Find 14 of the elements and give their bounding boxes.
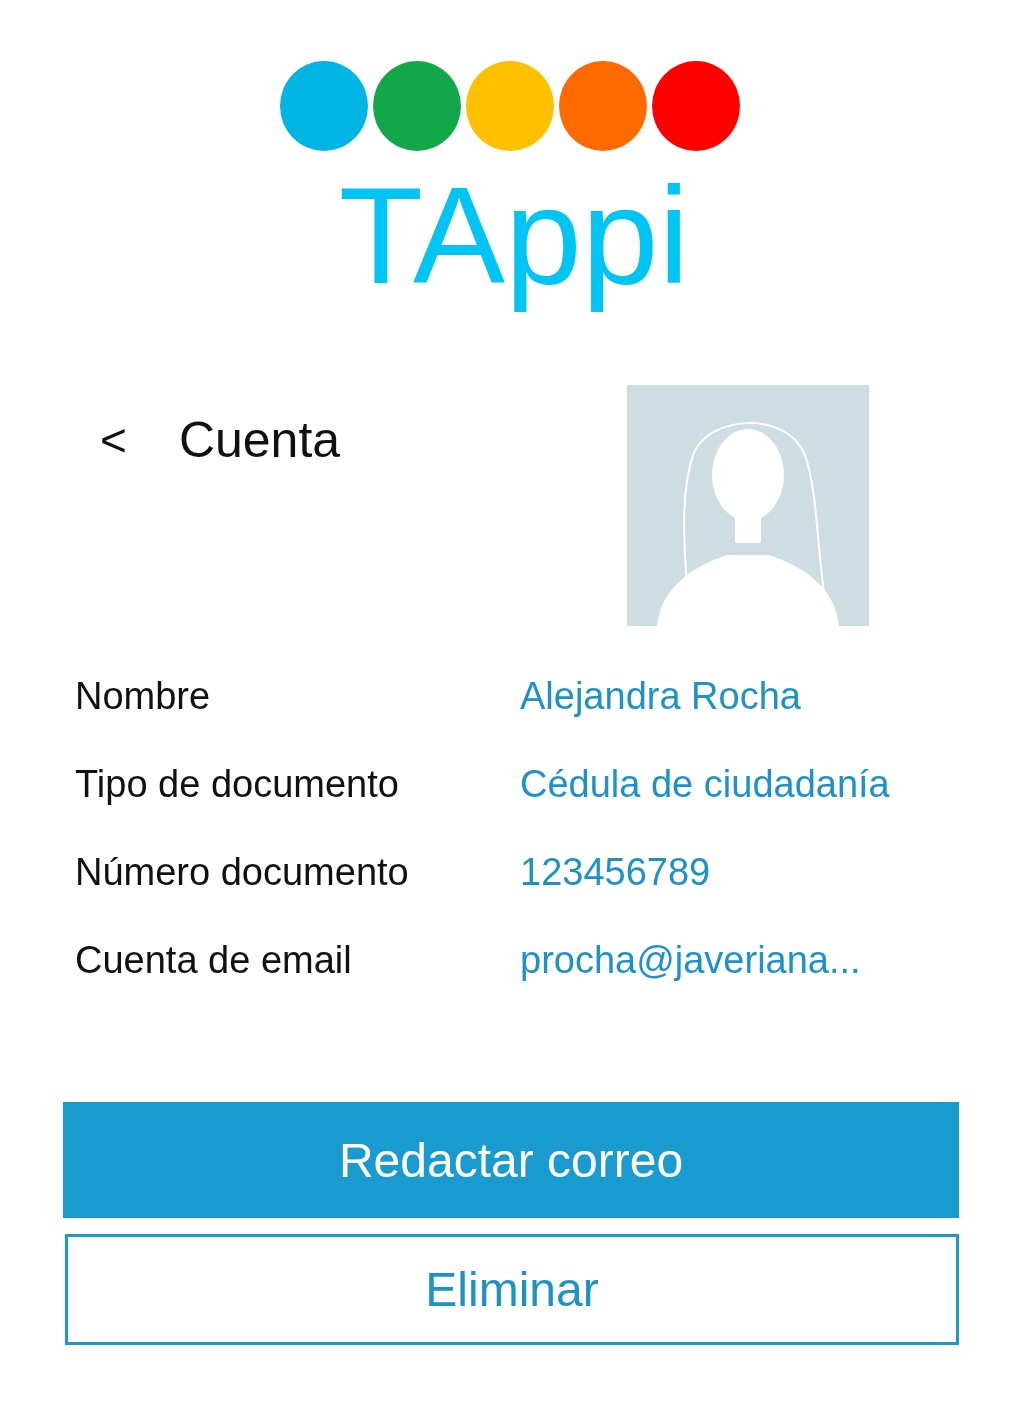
field-value: 123456789 xyxy=(520,850,712,896)
app-logo-text: TAppi xyxy=(338,157,690,314)
avatar-placeholder-icon xyxy=(627,385,869,627)
field-value: Cédula de ciudadanía xyxy=(520,762,891,808)
page-title: Cuenta xyxy=(178,411,341,470)
field-label: Tipo de documento xyxy=(75,762,400,808)
field-label: Cuenta de email xyxy=(75,938,353,984)
field-value: procha@javeriana... xyxy=(520,938,862,984)
field-label: Número documento xyxy=(75,850,410,896)
compose-email-button[interactable]: Redactar correo xyxy=(63,1102,959,1219)
back-button[interactable]: < xyxy=(100,413,127,468)
field-value: Alejandra Rocha xyxy=(520,674,802,720)
delete-button[interactable]: Eliminar xyxy=(65,1234,959,1346)
field-label: Nombre xyxy=(75,674,212,720)
